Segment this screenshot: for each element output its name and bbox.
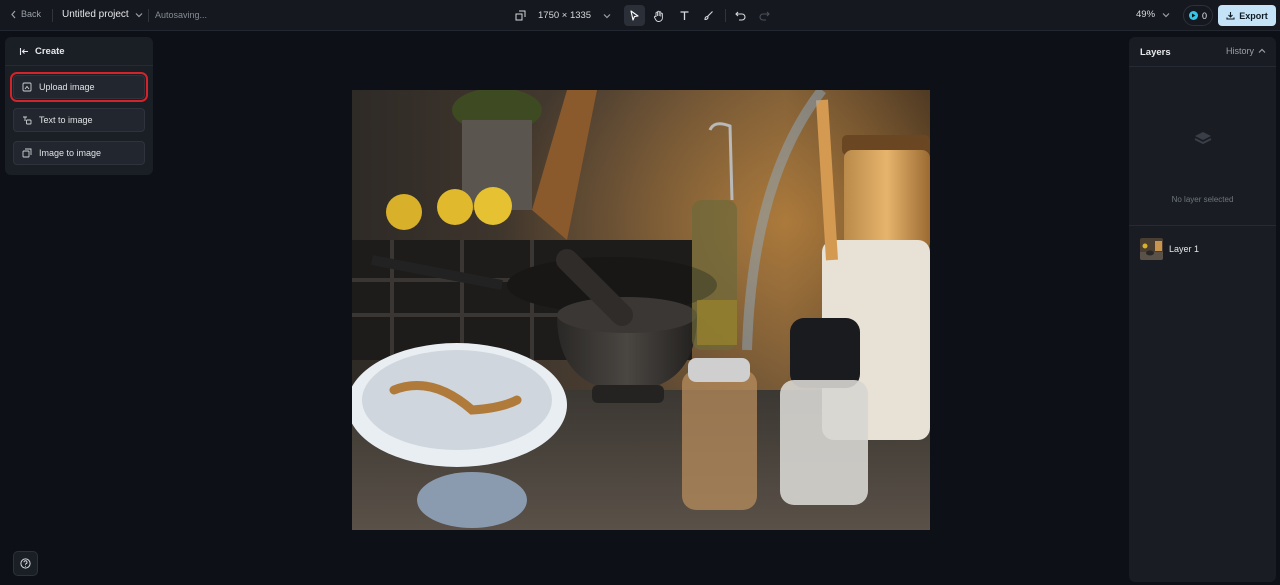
text-to-image-label: Text to image xyxy=(39,115,93,125)
download-icon xyxy=(1226,12,1235,20)
image-to-image-label: Image to image xyxy=(39,148,102,158)
layer-item[interactable]: Layer 1 xyxy=(1134,234,1271,264)
upload-image-icon xyxy=(22,82,32,92)
kitchen-photo xyxy=(352,90,930,530)
upload-image-button[interactable]: Upload image xyxy=(10,72,148,102)
text-icon xyxy=(680,11,689,20)
text-tool-button[interactable] xyxy=(674,5,695,26)
create-panel-header[interactable]: Create xyxy=(5,37,153,66)
project-name: Untitled project xyxy=(62,9,129,20)
create-title: Create xyxy=(35,45,65,57)
redo-icon xyxy=(759,11,770,21)
chevron-up-icon xyxy=(1258,48,1266,53)
select-tool-button[interactable] xyxy=(624,5,645,26)
history-toggle[interactable]: History xyxy=(1226,46,1266,56)
export-label: Export xyxy=(1239,10,1268,21)
canvas-size-dropdown[interactable]: 1750 × 1335 xyxy=(515,6,611,25)
layer-name: Layer 1 xyxy=(1169,244,1200,254)
no-layer-text: No layer selected xyxy=(1171,195,1234,204)
image-to-image-button[interactable]: Image to image xyxy=(13,141,145,165)
undo-button[interactable] xyxy=(730,5,751,26)
help-button[interactable] xyxy=(13,551,38,576)
layers-panel-header: Layers History xyxy=(1129,37,1276,67)
text-to-image-icon xyxy=(23,116,32,125)
layers-panel: Layers History No layer selected Layer 1 xyxy=(1129,37,1276,582)
brush-icon xyxy=(704,11,713,21)
brush-tool-button[interactable] xyxy=(698,5,719,26)
canvas-image[interactable] xyxy=(352,90,930,530)
credits-button[interactable]: 0 xyxy=(1183,5,1213,26)
chevron-down-icon xyxy=(135,12,143,17)
layer-empty-icon xyxy=(1194,132,1212,145)
credits-count: 0 xyxy=(1201,10,1207,21)
autosave-status: Autosaving... xyxy=(155,10,208,20)
arrow-left-icon xyxy=(19,47,28,55)
upload-image-label: Upload image xyxy=(39,82,95,92)
text-to-image-button[interactable]: Text to image xyxy=(13,108,145,132)
resize-icon xyxy=(515,10,526,21)
zoom-level: 49% xyxy=(1136,9,1156,20)
layers-title: Layers xyxy=(1140,47,1171,58)
create-panel: Create Upload image Text to image Image … xyxy=(5,37,153,175)
hand-tool-button[interactable] xyxy=(648,5,669,26)
redo-button[interactable] xyxy=(754,5,775,26)
layer-thumbnail xyxy=(1140,238,1163,260)
top-bar: Back Untitled project Autosaving... 1750… xyxy=(0,0,1280,31)
canvas-size: 1750 × 1335 xyxy=(538,10,592,21)
chevron-down-icon xyxy=(603,13,611,18)
image-to-image-icon xyxy=(22,148,32,158)
history-label: History xyxy=(1226,46,1255,56)
help-icon xyxy=(20,558,31,569)
hand-icon xyxy=(653,10,663,22)
layer-properties-empty: No layer selected xyxy=(1129,67,1276,226)
divider xyxy=(52,9,53,22)
pointer-icon xyxy=(630,10,639,21)
project-name-dropdown[interactable]: Untitled project xyxy=(62,9,143,20)
export-button[interactable]: Export xyxy=(1218,5,1276,26)
chevron-left-icon xyxy=(11,10,16,18)
credit-icon xyxy=(1188,11,1198,20)
back-button[interactable]: Back xyxy=(10,9,41,19)
divider xyxy=(725,9,726,22)
zoom-dropdown[interactable]: 49% xyxy=(1136,9,1170,20)
undo-icon xyxy=(735,11,746,21)
back-label: Back xyxy=(21,9,42,19)
chevron-down-icon xyxy=(1162,12,1170,17)
divider xyxy=(148,9,149,22)
